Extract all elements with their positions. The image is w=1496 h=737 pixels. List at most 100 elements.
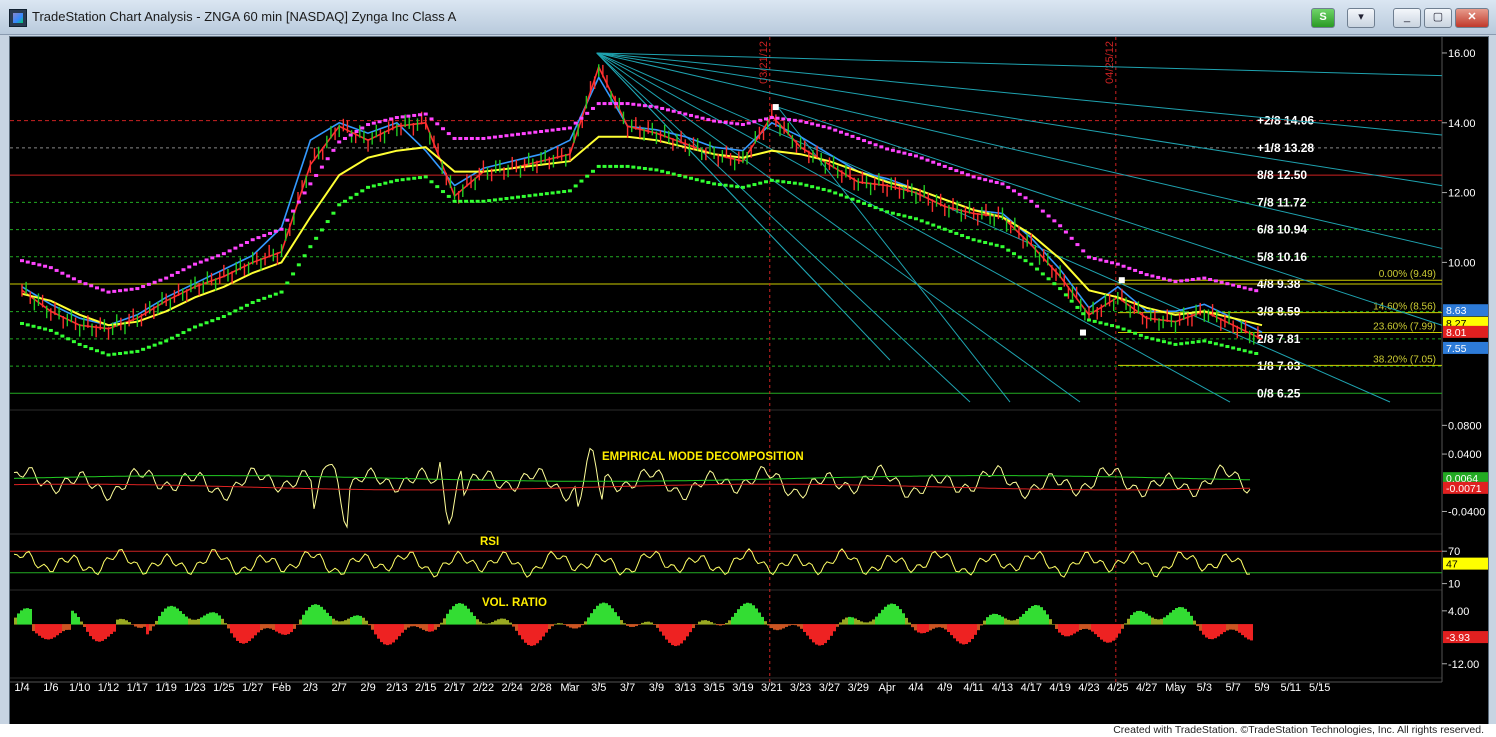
vol-ratio-bar-positive [1019,616,1022,625]
vol-ratio-bar-positive [1181,607,1184,625]
upper-band-dot [856,136,861,140]
lower-band-dot [498,197,503,201]
upper-band-dot [71,277,76,281]
vol-ratio-bar-negative [368,624,371,626]
vol-ratio-bar-negative [965,624,968,645]
lower-band-dot [729,184,734,188]
vol-ratio-bar-negative [1064,624,1067,637]
lower-band-dot [631,165,636,169]
vol-ratio-bar-negative [1229,624,1232,630]
chart-svg[interactable]: 16.00 14.00 12.00 10.00 +2/8 14.06 +1/8 13.28… [10,37,1488,725]
tradestation-s-button[interactable]: S [1311,8,1335,28]
vol-ratio-bar-positive [194,619,197,625]
minimize-button[interactable]: _ [1393,8,1421,28]
vol-ratio-bar-negative [1100,624,1103,640]
upper-band-dot [498,134,503,138]
lower-band-dot [1035,267,1040,271]
lower-band-dot [268,294,272,298]
upper-band-dot [1127,266,1132,270]
vol-ratio-bar-negative [1073,624,1076,634]
vol-ratio-bar-negative [59,624,62,634]
vol-ratio-bar-positive [899,609,902,625]
upper-band-dot [527,131,532,135]
lower-band-dot [458,199,463,203]
lower-band-dot [233,309,238,313]
window-menu-button[interactable]: ▾ [1347,8,1375,28]
vol-ratio-bar-positive [80,621,83,625]
vol-ratio-bar-positive [1040,607,1043,625]
vol-ratio-bar-negative [260,624,263,631]
upper-band-dot [400,115,405,119]
vol-ratio-bar-negative [236,624,239,641]
lower-band-dot [879,208,884,212]
vol-ratio-bar-negative [1241,624,1244,636]
vol-ratio-bar-negative [563,624,566,625]
vol-ratio-bar-positive [20,610,23,625]
lower-band-dot [654,168,659,172]
vol-ratio-bar-negative [536,624,539,644]
murrey-label: +1/8 13.28 [1257,141,1314,155]
lower-band-dot [614,164,619,168]
x-tick-label: 2/17 [444,682,465,694]
vol-ratio-bar-positive [308,607,311,625]
vol-ratio-bar-positive [842,619,845,625]
x-tick-label: 3/15 [703,682,724,694]
vol-ratio-bar-negative [938,624,941,628]
upper-band-dot [1058,224,1063,228]
chart-area[interactable]: 16.00 14.00 12.00 10.00 +2/8 14.06 +1/8 13.28… [9,36,1489,726]
vol-ratio-bar-negative [920,624,923,634]
vol-ratio-bar-negative [245,624,248,643]
vol-ratio-bar-negative [524,624,527,643]
vol-ratio-bar-positive [212,612,215,625]
vol-ratio-bar-positive [596,605,599,625]
lower-band-dot [1225,345,1230,349]
lower-band-dot [1179,342,1184,346]
vol-ratio-bar-positive [728,620,731,625]
vol-ratio-bar-negative [47,624,50,640]
x-tick-label: 1/12 [98,682,119,694]
lower-band-dot [141,347,146,351]
vol-ratio-bar-negative [767,624,770,626]
vol-ratio-bar-negative [383,624,386,645]
upper-band-dot [1144,273,1149,277]
lower-band-dot [1075,305,1080,309]
upper-band-dot [965,173,970,177]
lower-band-dot [89,347,94,351]
x-tick-label: 1/4 [14,682,29,694]
vol-ratio-bar-negative [830,624,833,636]
vol-ratio-bar-positive [1043,610,1046,625]
vol-ratio-bar-negative [392,624,395,643]
lower-band-dot [60,334,65,338]
upper-band-dot [37,263,42,267]
upper-band-dot [262,234,267,238]
vol-ratio-bar-negative [539,624,542,641]
lower-band-dot [550,191,555,195]
upper-band-dot [838,130,843,134]
vol-ratio-bar-negative [1115,624,1118,638]
vol-ratio-bar-positive [464,605,467,625]
price-tick-label: 10.00 [1448,257,1476,269]
vol-ratio-bar-negative [239,624,242,644]
title-bar[interactable]: TradeStation Chart Analysis - ZNGA 60 mi… [0,0,1496,35]
lower-band-dot [435,185,440,189]
emd-value-tag-text: -0.0071 [1446,483,1482,495]
vol-ratio-bar-negative [1109,624,1112,643]
vol-ratio-bar-negative [572,624,575,629]
lower-band-dot [804,183,809,187]
restore-button[interactable]: ▢ [1424,8,1452,28]
lower-band-dot [118,352,123,355]
upper-band-dot [1029,199,1034,203]
vol-ratio-bar-negative [1196,624,1199,627]
vol-ratio-bar-negative [1205,624,1208,638]
fib-label: 23.60% (7.99) [1373,322,1436,333]
upper-band-dot [902,151,907,155]
upper-band-dot [544,129,549,133]
lower-band-dot [1242,349,1247,353]
vol-ratio-bar-positive [698,621,701,625]
upper-band-dot [1196,277,1201,281]
lower-band-dot [539,192,544,196]
upper-band-dot [216,254,221,258]
close-button[interactable]: ✕ [1455,8,1489,28]
upper-band-dot [971,175,976,179]
upper-band-dot [510,133,515,137]
